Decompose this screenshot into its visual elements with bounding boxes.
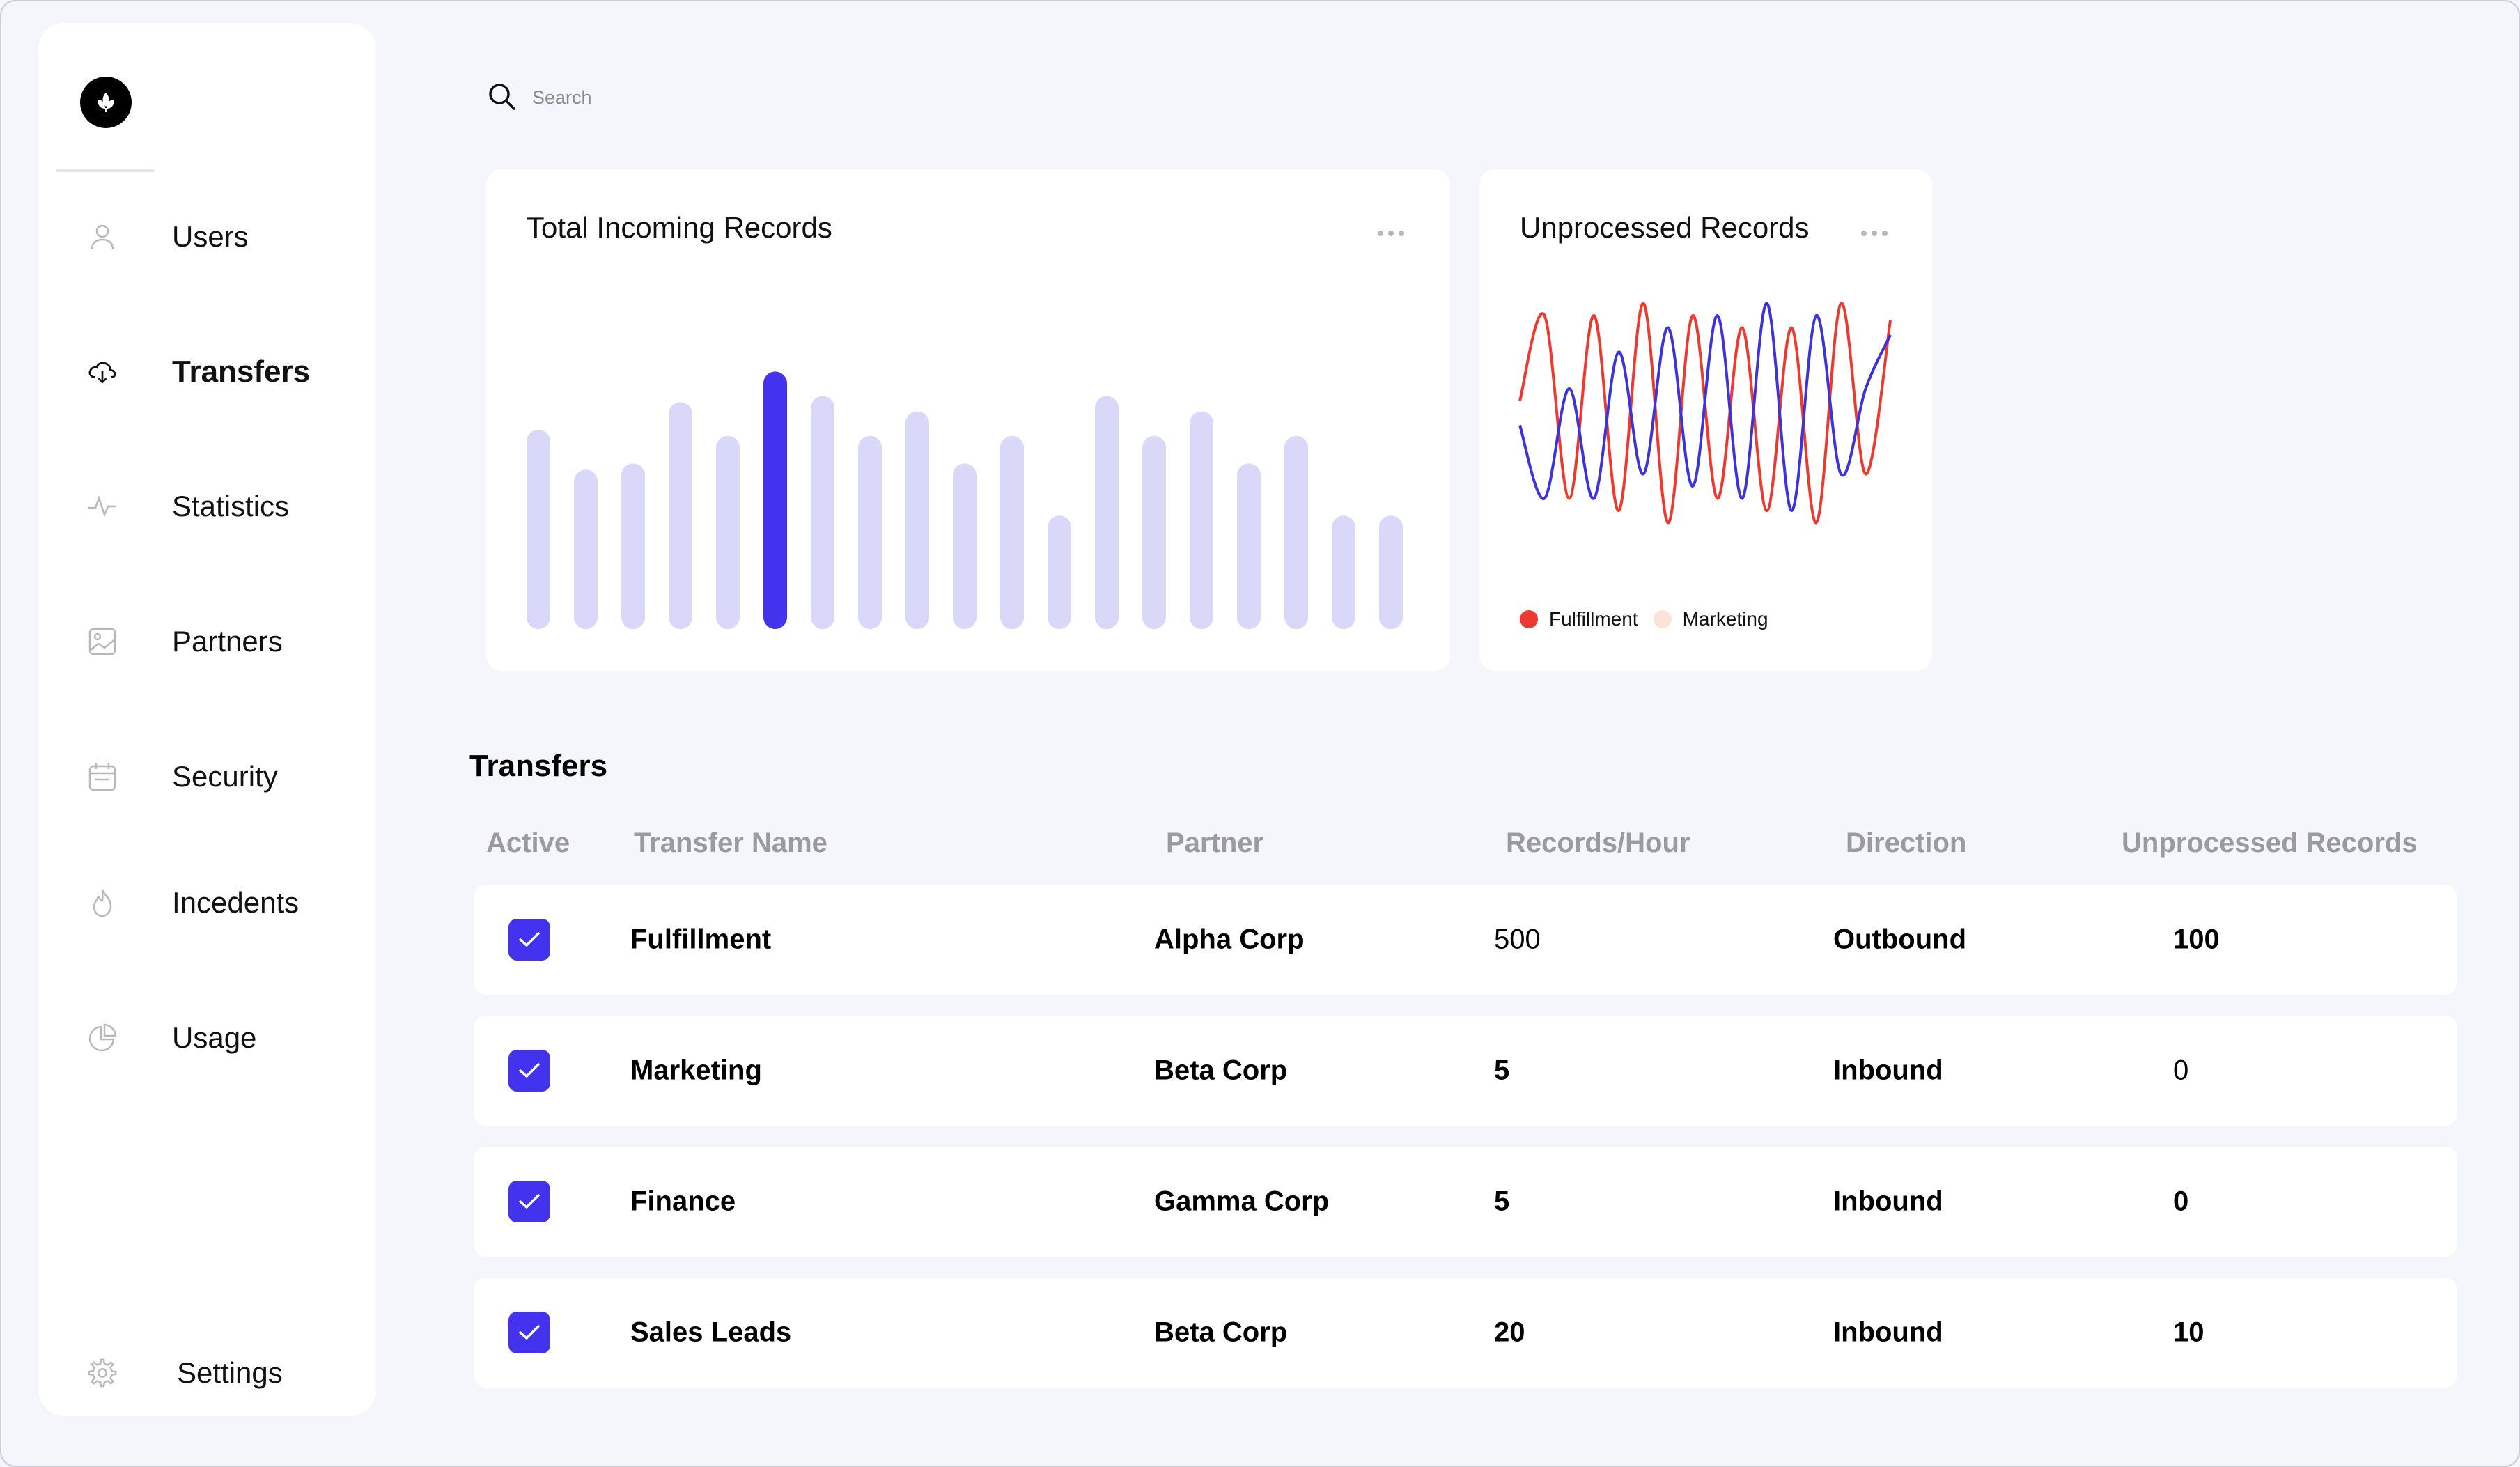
- gear-icon: [87, 1358, 118, 1388]
- bar: [1142, 435, 1166, 629]
- bar: [763, 371, 787, 629]
- records-per-hour: 5: [1494, 1055, 1510, 1086]
- incoming-records-bar-chart: [527, 371, 1403, 629]
- bar: [574, 469, 598, 629]
- bar: [1284, 435, 1308, 629]
- divider: [56, 169, 154, 172]
- direction: Inbound: [1833, 1186, 1943, 1217]
- sidebar-item-label: Partners: [172, 625, 283, 658]
- table-row[interactable]: Fulfillment Alpha Corp 500 Outbound 100: [474, 885, 2457, 995]
- partner-name: Alpha Corp: [1154, 924, 1305, 955]
- bar: [1332, 515, 1355, 629]
- bar: [858, 435, 882, 629]
- unprocessed-records-line-chart: [1518, 302, 1892, 525]
- unprocessed-records-card: Unprocessed Records Fulfillment Marketin…: [1479, 169, 1932, 671]
- search-bar: [486, 82, 812, 113]
- image-icon: [87, 626, 118, 657]
- column-header-active: Active: [486, 828, 570, 858]
- bar: [1237, 463, 1261, 629]
- user-icon: [87, 222, 118, 252]
- sidebar-item-label: Statistics: [172, 490, 290, 522]
- transfer-name: Marketing: [630, 1055, 762, 1086]
- sidebar-item-transfers[interactable]: Transfers: [38, 341, 376, 403]
- active-checkbox[interactable]: [508, 1050, 550, 1092]
- legend-swatch: [1520, 610, 1538, 628]
- column-header-partner: Partner: [1166, 828, 1264, 858]
- sidebar-item-statistics[interactable]: Statistics: [38, 475, 376, 538]
- sidebar-item-settings[interactable]: Settings: [38, 1342, 376, 1404]
- leaf-logo-icon[interactable]: [80, 77, 132, 128]
- sidebar: Users Transfers Statistics Partners Secu…: [38, 23, 376, 1416]
- unprocessed-records: 0: [2173, 1055, 2189, 1086]
- legend-entry-marketing: Marketing: [1653, 608, 1768, 630]
- chart-legend: Fulfillment Marketing: [1520, 608, 1784, 630]
- direction: Inbound: [1833, 1317, 1943, 1348]
- sidebar-item-security[interactable]: Security: [38, 745, 376, 808]
- unprocessed-records: 100: [2173, 924, 2220, 955]
- bar: [811, 396, 834, 629]
- bar: [1379, 515, 1403, 629]
- table-row[interactable]: Marketing Beta Corp 5 Inbound 0: [474, 1016, 2457, 1126]
- activity-icon: [87, 491, 118, 522]
- transfer-name: Fulfillment: [630, 924, 772, 955]
- transfer-name: Sales Leads: [630, 1317, 792, 1348]
- bar: [621, 463, 645, 629]
- partner-name: Gamma Corp: [1154, 1186, 1330, 1217]
- sidebar-item-label: Security: [172, 760, 278, 793]
- bar: [527, 430, 550, 629]
- direction: Outbound: [1833, 924, 1967, 955]
- partner-name: Beta Corp: [1154, 1317, 1288, 1348]
- sidebar-item-label: Incedents: [172, 886, 300, 919]
- partner-name: Beta Corp: [1154, 1055, 1288, 1086]
- records-per-hour: 20: [1494, 1317, 1525, 1348]
- direction: Inbound: [1833, 1055, 1943, 1086]
- legend-label: Marketing: [1682, 608, 1768, 630]
- unprocessed-records: 0: [2173, 1186, 2189, 1217]
- bar: [1048, 515, 1071, 629]
- bar: [716, 435, 740, 629]
- legend-label: Fulfillment: [1549, 608, 1638, 630]
- column-header-direction: Direction: [1846, 828, 1967, 858]
- table-row[interactable]: Finance Gamma Corp 5 Inbound 0: [474, 1147, 2457, 1257]
- active-checkbox[interactable]: [508, 1312, 550, 1353]
- sidebar-item-users[interactable]: Users: [38, 205, 376, 268]
- flame-icon: [87, 887, 118, 918]
- legend-entry-fulfillment: Fulfillment: [1520, 608, 1638, 630]
- sidebar-item-incedents[interactable]: Incedents: [38, 871, 376, 934]
- active-checkbox[interactable]: [508, 1181, 550, 1222]
- search-icon[interactable]: [486, 81, 517, 115]
- bar: [905, 411, 929, 629]
- sidebar-item-label: Users: [172, 220, 249, 253]
- column-header-transfer-name: Transfer Name: [634, 828, 827, 858]
- bar: [1000, 435, 1024, 629]
- search-input[interactable]: [531, 86, 812, 109]
- bar: [1190, 411, 1213, 629]
- sidebar-item-usage[interactable]: Usage: [38, 1007, 376, 1069]
- legend-swatch: [1653, 610, 1672, 628]
- table-row[interactable]: Sales Leads Beta Corp 20 Inbound 10: [474, 1278, 2457, 1388]
- bar: [953, 463, 977, 629]
- calendar-icon: [87, 761, 118, 792]
- active-checkbox[interactable]: [508, 919, 550, 961]
- sidebar-item-partners[interactable]: Partners: [38, 610, 376, 673]
- transfer-name: Finance: [630, 1186, 736, 1217]
- cloud-download-icon: [87, 357, 118, 387]
- sidebar-item-label: Settings: [177, 1356, 283, 1389]
- transfers-section-title: Transfers: [469, 749, 608, 783]
- pie-chart-icon: [87, 1023, 118, 1053]
- bar: [669, 402, 692, 629]
- records-per-hour: 5: [1494, 1186, 1510, 1217]
- sidebar-item-label: Transfers: [172, 355, 311, 389]
- unprocessed-records: 10: [2173, 1317, 2204, 1348]
- records-per-hour: 500: [1494, 924, 1541, 955]
- column-header-unprocessed-records: Unprocessed Records: [2122, 828, 2418, 858]
- sidebar-item-label: Usage: [172, 1021, 257, 1054]
- incoming-records-card: Total Incoming Records: [486, 169, 1450, 671]
- bar: [1095, 396, 1119, 629]
- column-header-records-hour: Records/Hour: [1506, 828, 1690, 858]
